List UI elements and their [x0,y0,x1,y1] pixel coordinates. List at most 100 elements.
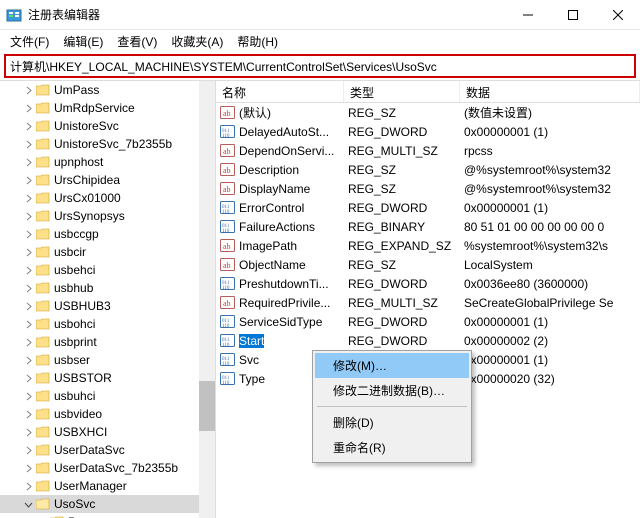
column-header-name[interactable]: 名称 [216,81,344,102]
expand-icon[interactable] [22,462,34,474]
list-row[interactable]: 011110DelayedAutoSt...REG_DWORD0x0000000… [216,122,640,141]
expand-icon[interactable] [22,264,34,276]
context-modify[interactable]: 修改(M)… [315,353,469,378]
column-header-data[interactable]: 数据 [460,81,640,102]
list-row[interactable]: 011110FailureActionsREG_BINARY80 51 01 0… [216,217,640,236]
tree-item[interactable]: USBSTOR [0,369,215,387]
tree-item[interactable]: UrsSynopsys [0,207,215,225]
folder-icon [36,246,50,258]
menu-favorites[interactable]: 收藏夹(A) [165,31,229,52]
expand-icon[interactable] [22,426,34,438]
list-row[interactable]: abObjectNameREG_SZLocalSystem [216,255,640,274]
maximize-button[interactable] [550,0,595,30]
tree-item[interactable]: usbehci [0,261,215,279]
svg-text:ab: ab [223,185,231,194]
tree-pane[interactable]: UmPassUmRdpServiceUnistoreSvcUnistoreSvc… [0,81,216,518]
window-controls [505,0,640,30]
binary-value-icon: 011110 [220,276,235,291]
tree-item[interactable]: usbccgp [0,225,215,243]
expand-icon[interactable] [22,282,34,294]
tree-item-label: UserDataSvc_7b2355b [54,461,178,475]
folder-icon [36,210,50,222]
tree-item[interactable]: usbvideo [0,405,215,423]
tree-item[interactable]: UrsChipidea [0,171,215,189]
expand-icon[interactable] [22,102,34,114]
regedit-icon [6,7,22,23]
tree-item[interactable]: UserManager [0,477,215,495]
value-name: Type [239,372,265,386]
tree-scrollbar[interactable] [199,81,215,518]
menu-file[interactable]: 文件(F) [4,31,55,52]
list-pane[interactable]: 名称 类型 数据 ab(默认)REG_SZ(数值未设置)011110Delaye… [216,81,640,518]
tree-item[interactable]: usbprint [0,333,215,351]
tree-item-label: USBXHCI [54,425,107,439]
value-type: REG_DWORD [344,200,460,216]
menu-help[interactable]: 帮助(H) [231,31,284,52]
tree-item[interactable]: UnistoreSvc [0,117,215,135]
expand-icon[interactable] [22,354,34,366]
expand-icon[interactable] [22,300,34,312]
context-rename[interactable]: 重命名(R) [315,435,469,460]
list-row[interactable]: abDescriptionREG_SZ@%systemroot%\system3… [216,160,640,179]
tree-item[interactable]: UserDataSvc_7b2355b [0,459,215,477]
binary-value-icon: 011110 [220,333,235,348]
binary-value-icon: 011110 [220,314,235,329]
tree-scrollbar-thumb[interactable] [199,381,215,431]
expand-icon[interactable] [22,174,34,186]
expand-icon[interactable] [22,444,34,456]
tree-item[interactable]: usbcir [0,243,215,261]
list-row[interactable]: abDependOnServi...REG_MULTI_SZrpcss [216,141,640,160]
tree-item[interactable]: usbohci [0,315,215,333]
list-row[interactable]: abDisplayNameREG_SZ@%systemroot%\system3… [216,179,640,198]
svg-text:110: 110 [222,362,230,367]
expand-icon[interactable] [22,480,34,492]
expand-icon[interactable] [22,210,34,222]
tree-item[interactable]: UmPass [0,81,215,99]
list-row[interactable]: 011110PreshutdownTi...REG_DWORD0x0036ee8… [216,274,640,293]
tree-item[interactable]: UmRdpService [0,99,215,117]
expand-icon[interactable] [22,372,34,384]
expand-icon[interactable] [22,318,34,330]
list-row[interactable]: 011110ServiceSidTypeREG_DWORD0x00000001 … [216,312,640,331]
tree-item[interactable]: UsoSvc [0,495,215,513]
tree-item[interactable]: UrsCx01000 [0,189,215,207]
tree-item[interactable]: UserDataSvc [0,441,215,459]
tree-item[interactable]: usbser [0,351,215,369]
column-header-type[interactable]: 类型 [344,81,460,102]
close-button[interactable] [595,0,640,30]
list-row[interactable]: abRequiredPrivile...REG_MULTI_SZSeCreate… [216,293,640,312]
minimize-button[interactable] [505,0,550,30]
list-row[interactable]: 011110ErrorControlREG_DWORD0x00000001 (1… [216,198,640,217]
menu-view[interactable]: 查看(V) [111,31,163,52]
menu-edit[interactable]: 编辑(E) [57,31,109,52]
expand-icon[interactable] [22,228,34,240]
svg-text:ab: ab [223,109,231,118]
tree-item-label: usbccgp [54,227,99,241]
expand-icon[interactable] [22,84,34,96]
expand-icon[interactable] [22,192,34,204]
expand-icon[interactable] [22,336,34,348]
expand-icon[interactable] [22,138,34,150]
value-name: Description [239,163,299,177]
expand-icon[interactable] [22,390,34,402]
tree-item[interactable]: UnistoreSvc_7b2355b [0,135,215,153]
expand-icon[interactable] [22,120,34,132]
tree-item[interactable]: USBHUB3 [0,297,215,315]
expand-icon[interactable] [22,156,34,168]
list-row[interactable]: 011110StartREG_DWORD0x00000002 (2) [216,331,640,350]
title-bar: 注册表编辑器 [0,0,640,30]
collapse-icon[interactable] [22,498,34,510]
tree-item[interactable]: usbuhci [0,387,215,405]
tree-item[interactable]: USBXHCI [0,423,215,441]
address-bar[interactable]: 计算机\HKEY_LOCAL_MACHINE\SYSTEM\CurrentCon… [4,54,636,78]
list-row[interactable]: ab(默认)REG_SZ(数值未设置) [216,103,640,122]
tree-item[interactable]: usbhub [0,279,215,297]
expand-icon[interactable] [22,246,34,258]
tree-item[interactable]: Parameters [0,513,215,518]
context-modify-binary[interactable]: 修改二进制数据(B)… [315,378,469,403]
folder-icon [36,390,50,402]
context-delete[interactable]: 删除(D) [315,410,469,435]
expand-icon[interactable] [22,408,34,420]
list-row[interactable]: abImagePathREG_EXPAND_SZ%systemroot%\sys… [216,236,640,255]
tree-item[interactable]: upnphost [0,153,215,171]
